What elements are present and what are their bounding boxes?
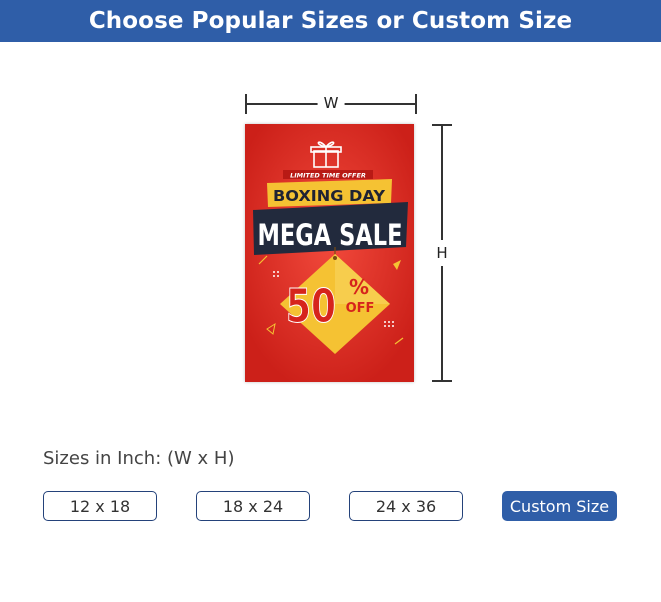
height-dimension-cap-top [432,124,452,126]
page-title: Choose Popular Sizes or Custom Size [88,8,573,34]
width-dimension: W [245,92,417,114]
ribbon-text: LIMITED TIME OFFER [290,172,366,180]
height-dimension: H [431,124,453,382]
width-label: W [317,94,345,112]
custom-size-button[interactable]: Custom Size [502,491,617,521]
discount-off: OFF [346,301,375,316]
page-header: Choose Popular Sizes or Custom Size [0,0,661,42]
height-label: H [433,240,451,266]
tag-hole [333,256,337,260]
headline-boxing-day: BOXING DAY [273,187,386,205]
width-dimension-cap-left [245,94,247,114]
headline-mega-sale: MEGA SALE [258,218,403,252]
discount-number: 50 [286,279,336,333]
width-dimension-cap-right [415,94,417,114]
discount-percent: % [349,275,369,299]
poster-artwork: LIMITED TIME OFFER BOXING DAY MEGA SALE … [245,124,414,382]
size-option-12x18-button[interactable]: 12 x 18 [43,491,157,521]
height-dimension-cap-bottom [432,380,452,382]
size-option-18x24-button[interactable]: 18 x 24 [196,491,310,521]
poster-preview: LIMITED TIME OFFER BOXING DAY MEGA SALE … [245,124,414,382]
size-option-24x36-button[interactable]: 24 x 36 [349,491,463,521]
sizes-label: Sizes in Inch: (W x H) [43,448,235,469]
